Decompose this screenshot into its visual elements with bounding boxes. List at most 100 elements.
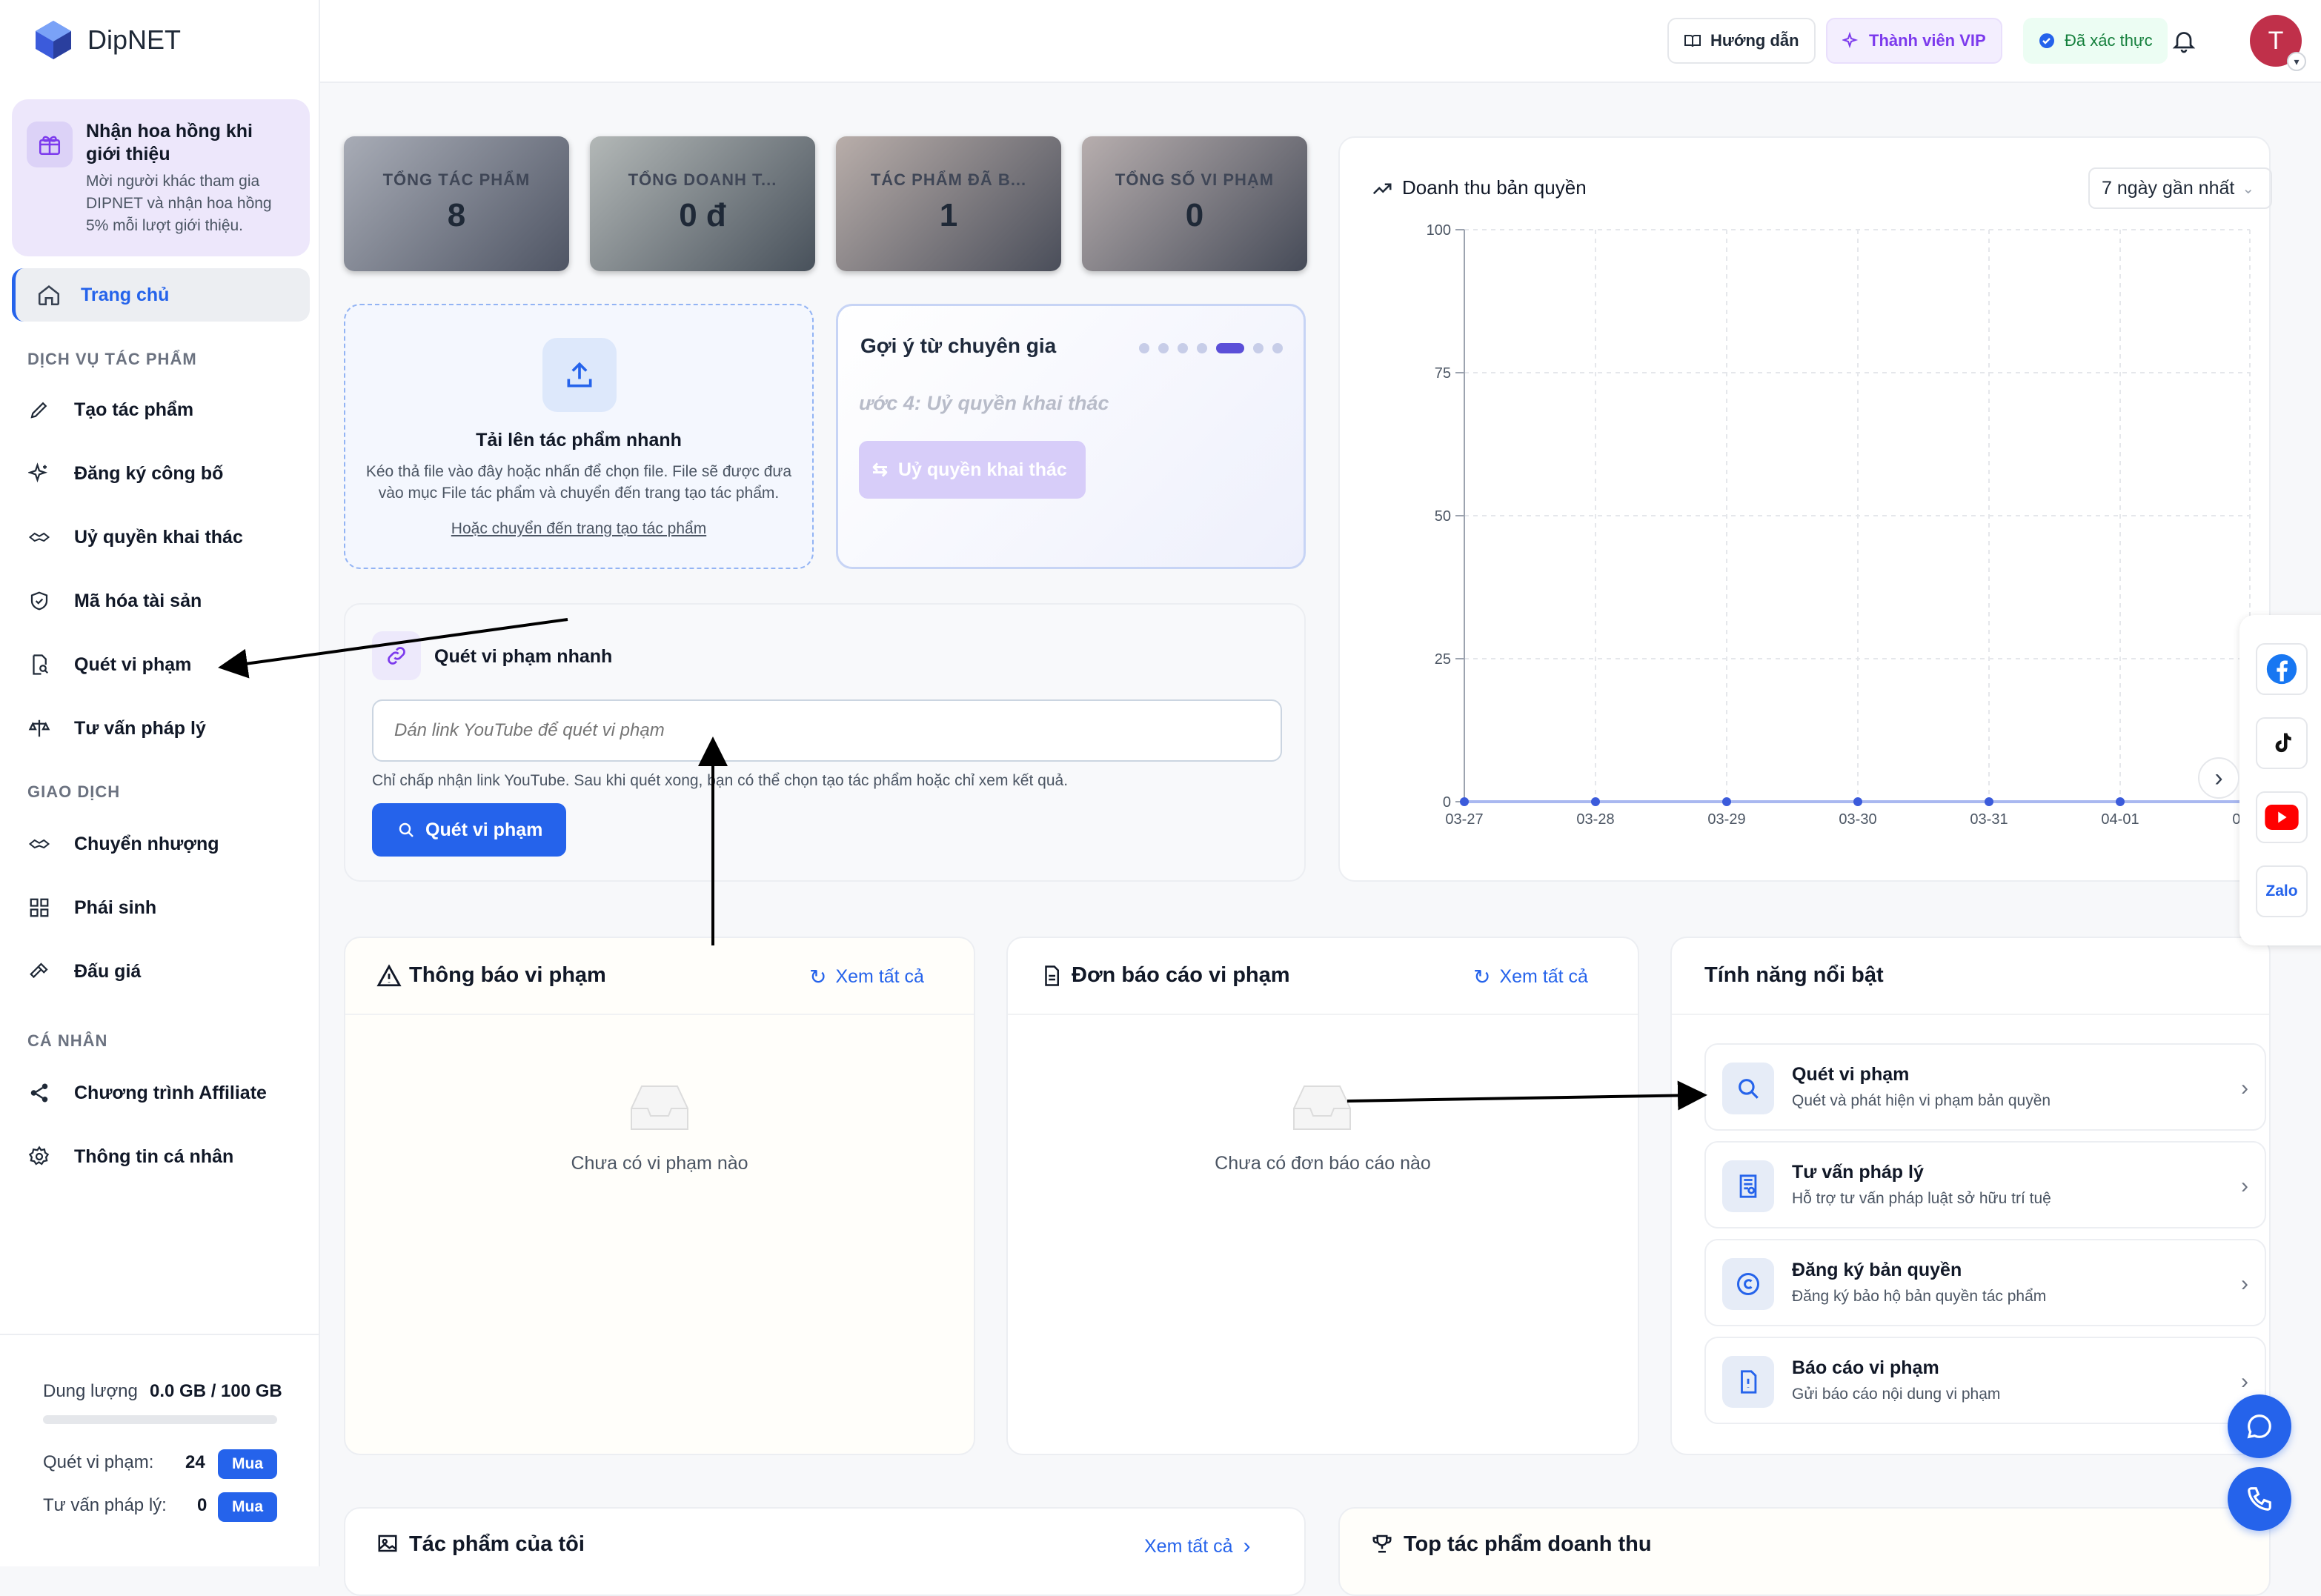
my-works-view-all[interactable]: Xem tất cả › bbox=[1144, 1534, 1251, 1559]
carousel-dot[interactable] bbox=[1139, 343, 1149, 353]
facebook-link[interactable] bbox=[2256, 643, 2308, 695]
sidebar-item-transfer[interactable]: Chuyển nhượng bbox=[27, 825, 219, 862]
goto-create-work-link[interactable]: Hoặc chuyển đến trang tạo tác phẩm bbox=[345, 520, 812, 538]
sidebar-item-profile[interactable]: Thông tin cá nhân bbox=[27, 1138, 233, 1175]
y-tick-label: 0 bbox=[1443, 794, 1451, 811]
expert-action-button[interactable]: ⇆ Uỷ quyền khai thác bbox=[859, 441, 1086, 499]
sidebar-item-label: Chương trình Affiliate bbox=[74, 1082, 267, 1103]
home-icon bbox=[38, 285, 60, 306]
revenue-line-chart: 100 75 50 25 003-27 03-28 03-29 03-30 03-31 04-01… bbox=[1427, 222, 2269, 828]
sidebar-item-license[interactable]: Uỷ quyền khai thác bbox=[27, 519, 243, 556]
chat-icon bbox=[2247, 1414, 2271, 1439]
carousel-dot-active[interactable] bbox=[1216, 343, 1244, 353]
youtube-link[interactable] bbox=[2256, 791, 2308, 843]
sidebar-item-create-work[interactable]: Tạo tác phẩm bbox=[27, 391, 193, 428]
buy-legal-button[interactable]: Mua bbox=[218, 1492, 277, 1522]
stat-label: TỔNG TÁC PHẨM bbox=[382, 170, 531, 189]
verified-icon bbox=[2039, 33, 2054, 48]
chat-button[interactable] bbox=[2228, 1394, 2291, 1458]
sidebar-item-register[interactable]: Đăng ký công bố bbox=[27, 455, 223, 492]
chevron-right-icon: › bbox=[2241, 1271, 2248, 1296]
feature-scan[interactable]: Quét vi phạm Quét và phát hiện vi phạm b… bbox=[1704, 1043, 2266, 1131]
sparkle-icon bbox=[27, 461, 52, 486]
call-button[interactable] bbox=[2228, 1467, 2291, 1531]
x-tick-label: 03-29 bbox=[1707, 811, 1745, 828]
carousel-dot[interactable] bbox=[1178, 343, 1188, 353]
logo-icon bbox=[36, 21, 71, 59]
tiktok-icon bbox=[2275, 733, 2291, 753]
brand-logo[interactable]: DipNET bbox=[33, 19, 181, 61]
upload-desc: Kéo thả file vào đây hoặc nhấn để chọn f… bbox=[365, 463, 792, 502]
trophy-icon bbox=[1372, 1535, 1392, 1553]
scan-violation-button[interactable]: Quét vi phạm bbox=[372, 803, 566, 857]
top-works-card: Top tác phẩm doanh thu bbox=[1338, 1507, 2271, 1596]
violations-view-all[interactable]: ↻ Xem tất cả bbox=[809, 965, 924, 989]
toggle-social-button[interactable]: › bbox=[2198, 757, 2239, 799]
guide-button[interactable]: Hướng dẫn bbox=[1667, 18, 1816, 64]
stat-value: 0 đ bbox=[679, 197, 726, 233]
quick-scan-card: Quét vi phạm nhanh Chỉ chấp nhận link Yo… bbox=[344, 603, 1306, 882]
data-point bbox=[2116, 797, 2125, 806]
stat-total-violations: TỔNG SỐ VI PHẠM 0 bbox=[1082, 136, 1307, 271]
buy-scan-button[interactable]: Mua bbox=[218, 1449, 277, 1479]
sidebar-item-label: Thông tin cá nhân bbox=[74, 1146, 234, 1167]
sidebar-item-label: Chuyển nhượng bbox=[74, 833, 219, 854]
x-tick-label: 03-30 bbox=[1839, 811, 1876, 828]
violations-card: Thông báo vi phạm ↻ Xem tất cả Chưa có v… bbox=[344, 937, 975, 1455]
legal-quota-value: 0 bbox=[197, 1495, 207, 1515]
features-title: Tính năng nổi bật bbox=[1704, 963, 1884, 987]
carousel-dots[interactable] bbox=[1139, 343, 1283, 353]
x-tick-label: 03-28 bbox=[1576, 811, 1614, 828]
zalo-link[interactable]: Zalo bbox=[2256, 865, 2308, 917]
image-icon bbox=[378, 1535, 397, 1552]
view-all-label: Xem tất cả bbox=[835, 966, 924, 987]
feature-legal[interactable]: Tư vấn pháp lý Hỗ trợ tư vấn pháp luật s… bbox=[1704, 1141, 2266, 1228]
sidebar-item-label: Tạo tác phẩm bbox=[74, 399, 194, 420]
gift-icon bbox=[27, 122, 73, 167]
carousel-dot[interactable] bbox=[1158, 343, 1169, 353]
notification-bell[interactable] bbox=[2164, 21, 2204, 61]
sidebar-item-home[interactable]: Trang chủ bbox=[12, 268, 310, 322]
feature-copyright[interactable]: Đăng ký bản quyền Đăng ký bảo hộ bản quy… bbox=[1704, 1239, 2266, 1326]
sidebar-item-derivative[interactable]: Phái sinh bbox=[27, 889, 156, 926]
sidebar-item-scan[interactable]: Quét vi phạm bbox=[27, 646, 191, 683]
feature-desc: Gửi báo cáo nội dung vi phạm bbox=[1792, 1386, 2001, 1403]
document-icon bbox=[1722, 1160, 1774, 1212]
sidebar-item-auction[interactable]: Đấu giá bbox=[27, 953, 141, 990]
divider bbox=[1008, 1014, 1638, 1015]
avatar[interactable]: T ▾ bbox=[2250, 15, 2306, 71]
sidebar-item-tokenize[interactable]: Mã hóa tài sản bbox=[27, 582, 202, 619]
quick-upload-dropzone[interactable]: Tải lên tác phẩm nhanh Kéo thả file vào … bbox=[344, 304, 814, 569]
view-all-label: Xem tất cả bbox=[1499, 966, 1588, 987]
top-works-title: Top tác phẩm doanh thu bbox=[1404, 1532, 1652, 1556]
sidebar-item-label: Đăng ký công bố bbox=[74, 462, 224, 484]
sidebar-item-affiliate[interactable]: Chương trình Affiliate bbox=[27, 1074, 267, 1111]
referral-promo[interactable]: Nhận hoa hồng khi giới thiệu Mời người k… bbox=[12, 99, 310, 256]
carousel-dot[interactable] bbox=[1272, 343, 1283, 353]
stat-works-sold: TÁC PHẨM ĐÃ B... 1 bbox=[836, 136, 1061, 271]
sidebar-item-legal[interactable]: Tư vấn pháp lý bbox=[27, 710, 206, 747]
stat-label: TÁC PHẨM ĐÃ B... bbox=[870, 170, 1027, 189]
reports-view-all[interactable]: ↻ Xem tất cả bbox=[1473, 965, 1588, 989]
vip-badge[interactable]: Thành viên VIP bbox=[1826, 18, 2002, 64]
sparkle-icon bbox=[1842, 32, 1859, 49]
report-icon bbox=[1722, 1356, 1774, 1408]
carousel-dot[interactable] bbox=[1253, 343, 1264, 353]
carousel-dot[interactable] bbox=[1197, 343, 1207, 353]
upload-icon bbox=[542, 338, 617, 412]
youtube-link-input[interactable] bbox=[372, 699, 1282, 762]
feature-report[interactable]: Báo cáo vi phạm Gửi báo cáo nội dung vi … bbox=[1704, 1337, 2266, 1424]
zalo-icon: Zalo bbox=[2265, 882, 2298, 900]
sidebar-item-label: Tư vấn pháp lý bbox=[74, 717, 206, 739]
feature-desc: Quét và phát hiện vi phạm bản quyền bbox=[1792, 1092, 2051, 1109]
sidebar-item-label: Uỷ quyền khai thác bbox=[74, 526, 243, 548]
gavel-icon bbox=[27, 959, 52, 984]
empty-inbox-icon bbox=[1293, 1085, 1351, 1130]
tiktok-link[interactable] bbox=[2256, 717, 2308, 769]
data-point bbox=[1722, 797, 1731, 806]
chevron-right-icon: › bbox=[2214, 763, 2223, 792]
violations-title: Thông báo vi phạm bbox=[409, 963, 606, 987]
reports-empty-text: Chưa có đơn báo cáo nào bbox=[1215, 1153, 1431, 1174]
shield-icon bbox=[27, 588, 52, 614]
sidebar-section-trade: GIAO DỊCH bbox=[27, 782, 121, 801]
